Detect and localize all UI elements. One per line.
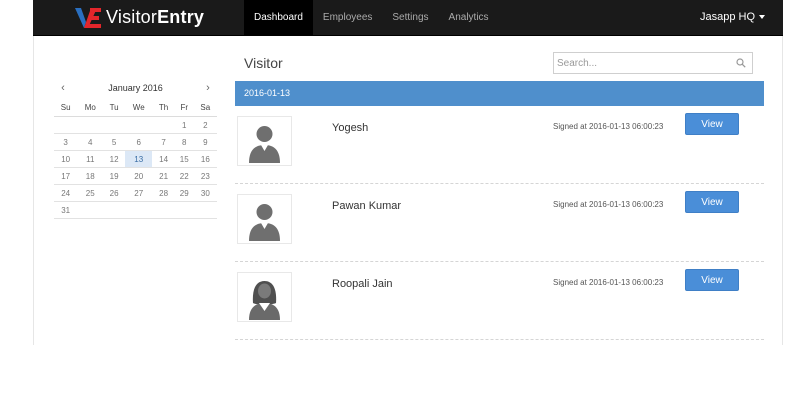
- weekday-label: Sa: [193, 98, 217, 117]
- calendar-empty-cell: [103, 116, 126, 134]
- caret-down-icon: [759, 15, 765, 20]
- nav-settings[interactable]: Settings: [382, 0, 438, 35]
- calendar-day[interactable]: 20: [125, 167, 153, 185]
- calendar-week-row: 12: [54, 116, 217, 134]
- calendar-header: ‹ January 2016 ›: [54, 79, 217, 98]
- calendar-empty-cell: [193, 201, 217, 219]
- calendar-day-selected[interactable]: 13: [125, 150, 153, 168]
- search-input[interactable]: [557, 53, 732, 74]
- calendar-week-row: 3456789: [54, 133, 217, 151]
- calendar-day[interactable]: 18: [77, 167, 104, 185]
- calendar-empty-cell: [174, 201, 194, 219]
- calendar-empty-cell: [103, 201, 126, 219]
- calendar-day[interactable]: 4: [77, 133, 104, 151]
- brand-name: VisitorEntry: [106, 7, 205, 27]
- calendar-week-row: 31: [54, 201, 217, 219]
- calendar-day[interactable]: 21: [152, 167, 175, 185]
- calendar-week-row: 10 11 12 13 14 15 16: [54, 150, 217, 168]
- calendar: ‹ January 2016 › Su Mo Tu We Th Fr Sa 12…: [54, 79, 217, 219]
- signed-time: Signed at 2016-01-13 06:00:23: [553, 200, 664, 209]
- calendar-empty-cell: [152, 116, 175, 134]
- calendar-day[interactable]: 11: [77, 150, 104, 168]
- calendar-empty-cell: [152, 201, 175, 219]
- user-menu[interactable]: Jasapp HQ: [700, 0, 765, 35]
- calendar-day[interactable]: 8: [174, 133, 194, 151]
- calendar-day[interactable]: 19: [103, 167, 126, 185]
- calendar-day[interactable]: 1: [174, 116, 194, 134]
- weekday-row: Su Mo Tu We Th Fr Sa: [54, 98, 217, 117]
- calendar-day[interactable]: 29: [174, 184, 194, 202]
- calendar-empty-cell: [77, 116, 104, 134]
- visitorentry-logo-icon: [75, 7, 101, 28]
- calendar-day[interactable]: 26: [103, 184, 126, 202]
- calendar-day[interactable]: 30: [193, 184, 217, 202]
- search-box: [553, 52, 753, 74]
- view-button[interactable]: View: [685, 113, 739, 135]
- calendar-empty-cell: [125, 116, 153, 134]
- visitor-row: Roopali Jain Signed at 2016-01-13 06:00:2…: [235, 262, 764, 340]
- nav-dashboard[interactable]: Dashboard: [244, 0, 313, 35]
- view-button[interactable]: View: [685, 269, 739, 291]
- page-title: Visitor: [244, 55, 283, 71]
- visitor-name: Pawan Kumar: [332, 200, 402, 212]
- calendar-day[interactable]: 27: [125, 184, 153, 202]
- brand[interactable]: VisitorEntry: [75, 5, 204, 30]
- calendar-day[interactable]: 16: [193, 150, 217, 168]
- nav-analytics[interactable]: Analytics: [439, 0, 499, 35]
- weekday-label: Fr: [174, 98, 194, 117]
- calendar-day[interactable]: 25: [77, 184, 104, 202]
- nav-employees[interactable]: Employees: [313, 0, 382, 35]
- weekday-label: Tu: [103, 98, 126, 117]
- visitor-row: Yogesh Signed at 2016-01-13 06:00:23 View: [235, 106, 764, 184]
- calendar-day[interactable]: 15: [174, 150, 194, 168]
- view-button[interactable]: View: [685, 191, 739, 213]
- user-name: Jasapp HQ: [699, 11, 755, 23]
- calendar-day[interactable]: 31: [54, 201, 78, 219]
- calendar-day[interactable]: 7: [152, 133, 175, 151]
- calendar-day[interactable]: 24: [54, 184, 78, 202]
- calendar-empty-cell: [54, 116, 78, 134]
- female-avatar-icon: [237, 272, 292, 322]
- calendar-day[interactable]: 14: [152, 150, 175, 168]
- weekday-label: We: [125, 98, 153, 117]
- visitor-list: Yogesh Signed at 2016-01-13 06:00:23 View P…: [235, 106, 764, 340]
- search-icon[interactable]: [736, 58, 746, 68]
- calendar-day[interactable]: 17: [54, 167, 78, 185]
- calendar-week-row: 17 18 19 20 21 22 23: [54, 167, 217, 185]
- calendar-day[interactable]: 9: [193, 133, 217, 151]
- calendar-day[interactable]: 5: [103, 133, 126, 151]
- calendar-day[interactable]: 22: [174, 167, 194, 185]
- calendar-empty-cell: [125, 201, 153, 219]
- main-nav: Dashboard Employees Settings Analytics: [244, 0, 499, 35]
- weekday-label: Th: [152, 98, 175, 117]
- calendar-day[interactable]: 12: [103, 150, 126, 168]
- male-avatar-icon: [237, 194, 292, 244]
- calendar-day[interactable]: 3: [54, 133, 78, 151]
- weekday-label: Su: [54, 98, 78, 117]
- visitor-name: Roopali Jain: [332, 278, 393, 290]
- calendar-grid: Su Mo Tu We Th Fr Sa 1 2 3 4 5 6 7 8 9 10 11 12 13 14…: [54, 98, 217, 219]
- calendar-day[interactable]: 10: [54, 150, 78, 168]
- calendar-day[interactable]: 23: [193, 167, 217, 185]
- signed-time: Signed at 2016-01-13 06:00:23: [553, 122, 664, 131]
- top-navbar: VisitorEntry Dashboard Employees Setting…: [33, 0, 783, 36]
- calendar-empty-cell: [77, 201, 104, 219]
- calendar-month-label: January 2016: [108, 83, 163, 93]
- signed-time: Signed at 2016-01-13 06:00:23: [553, 278, 664, 287]
- calendar-day[interactable]: 28: [152, 184, 175, 202]
- male-avatar-icon: [237, 116, 292, 166]
- weekday-label: Mo: [77, 98, 104, 117]
- calendar-day[interactable]: 2: [193, 116, 217, 134]
- calendar-week-row: 24 25 26 27 28 29 30: [54, 184, 217, 202]
- visitor-name: Yogesh: [332, 122, 369, 134]
- prev-month-icon[interactable]: ‹: [56, 79, 70, 98]
- date-header: 2016-01-13: [235, 81, 764, 106]
- calendar-day[interactable]: 6: [125, 133, 153, 151]
- visitor-row: Pawan Kumar Signed at 2016-01-13 06:00:23…: [235, 184, 764, 262]
- next-month-icon[interactable]: ›: [201, 79, 215, 98]
- calendar-days: 1 2 3 4 5 6 7 8 9 10 11 12 13 14 15 16 17 18 19 20 21 22 23 24 2…: [54, 116, 217, 219]
